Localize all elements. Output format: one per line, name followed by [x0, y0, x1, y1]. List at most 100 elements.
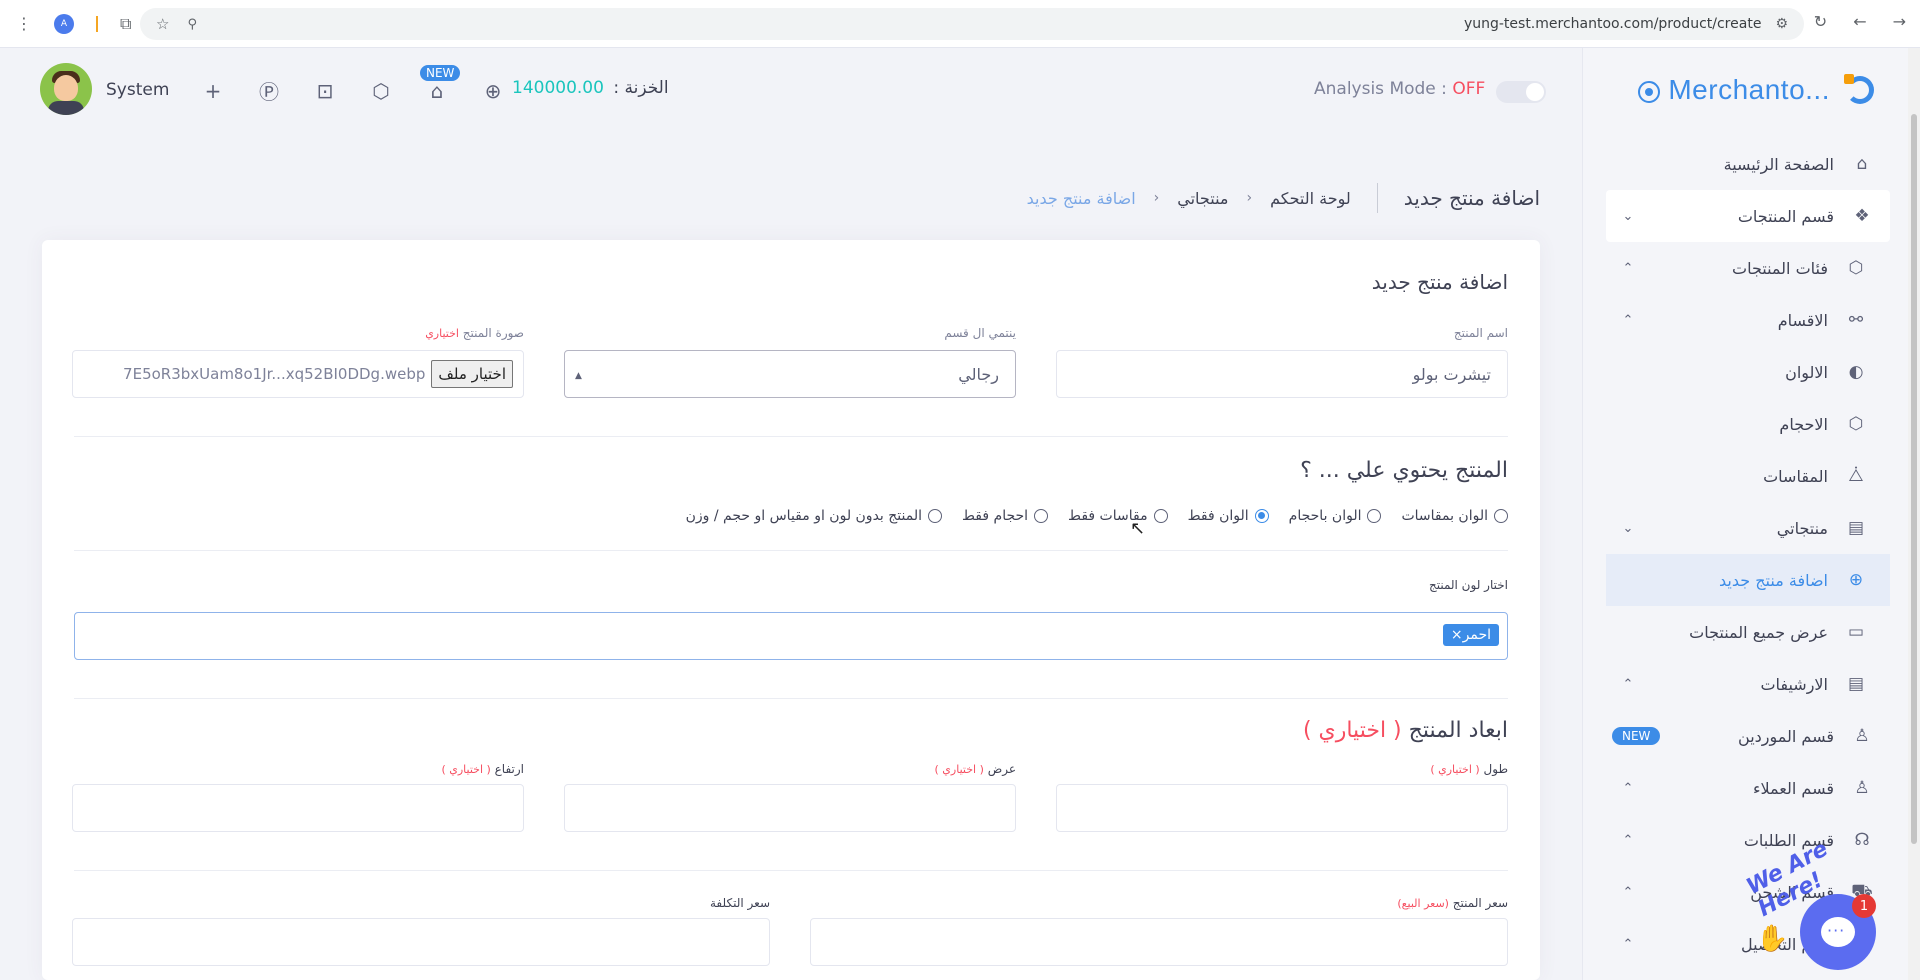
extension-icon[interactable]: A [54, 13, 74, 34]
cost-label-text: سعر التكلفة [710, 896, 770, 910]
radio-colors-with-volumes[interactable]: الوان باحجام [1289, 508, 1382, 524]
radio-circle-selected[interactable] [1254, 509, 1269, 523]
sidebar-item-my-products[interactable]: ▤ منتجاتي ⌄ [1606, 502, 1890, 554]
section-divider [74, 698, 1508, 699]
length-input[interactable] [1056, 784, 1508, 832]
treasury-value: 140000.00 [512, 78, 604, 98]
radio-colors-only[interactable]: الوان فقط [1188, 508, 1269, 524]
sidebar-toggle-icon[interactable] [1638, 81, 1660, 103]
analysis-mode: Analysis Mode : OFF [1314, 79, 1485, 99]
product-image-label-text: صورة المنتج [462, 326, 524, 340]
user-avatar[interactable] [40, 63, 92, 115]
sidebar-item-label: الاحجام [1779, 414, 1828, 434]
treasury-balance: الخزنة : 140000.00 [512, 78, 669, 98]
store-icon[interactable]: ⌂ NEW [420, 64, 461, 103]
width-input[interactable] [564, 784, 1016, 832]
radio-no-variants[interactable]: المنتج بدون لون او مقياس او حجم / وزن [686, 508, 943, 524]
site-settings-icon[interactable]: ⚙ [1775, 16, 1788, 32]
dimensions-optional-note: ( اختياري ) [1302, 718, 1402, 743]
height-label: ارتفاع ( اختياري ) [441, 762, 524, 776]
box-icon: ▭ [1847, 622, 1865, 642]
sidebar-item-label: قسم العملاء [1752, 778, 1834, 798]
sidebar-item-colors[interactable]: ◐ الالوان [1606, 346, 1890, 398]
price-input[interactable] [810, 918, 1508, 966]
page-scrollbar[interactable] [1908, 48, 1920, 980]
kebab-menu-icon[interactable]: ⋮ [16, 15, 32, 32]
sidebar-item-product-categories[interactable]: ⬡ فئات المنتجات ⌃ [1606, 242, 1890, 294]
optional-note: ( اختياري ) [934, 763, 984, 776]
sidebar-item-add-product[interactable]: ⊕ اضافة منتج جديد [1606, 554, 1890, 606]
url-text[interactable]: yung-test.merchantoo.com/product/create [1464, 16, 1761, 32]
forward-icon[interactable]: → [1893, 14, 1906, 30]
user-icon: ♙ [1854, 726, 1870, 746]
cost-input[interactable] [72, 918, 770, 966]
chevron-up-icon: ⌃ [1622, 260, 1634, 276]
analysis-label: Analysis Mode : [1314, 79, 1447, 99]
plus-circle-icon: ⊕ [1848, 570, 1864, 590]
radio-label: الوان فقط [1187, 508, 1249, 524]
sidebar-item-sizes[interactable]: ⧊ المقاسات [1606, 450, 1890, 502]
color-label-text: اختار لون المنتج [1428, 578, 1508, 592]
analysis-mode-toggle[interactable] [1496, 81, 1546, 103]
sidebar-item-customers[interactable]: ♙ قسم العملاء ⌃ [1606, 762, 1890, 814]
back-icon[interactable]: ← [1853, 14, 1866, 30]
breadcrumb-my-products[interactable]: منتجاتي [1177, 189, 1228, 208]
category-label: ينتمي ال قسم [944, 326, 1016, 340]
category-value: رجالي [958, 364, 999, 384]
plus-icon[interactable]: + [200, 79, 226, 103]
user-name[interactable]: System [106, 80, 169, 100]
top-header: System + Ⓟ ⊡ ⬡ ⌂ NEW ⊕ الخزنة : 140000.00… [0, 48, 1582, 138]
chevron-up-icon: ⌃ [1622, 936, 1634, 952]
address-bar[interactable]: ☆ ⚲ yung-test.merchantoo.com/product/cre… [140, 8, 1804, 40]
radio-volumes-only[interactable]: احجام فقط [962, 508, 1049, 524]
height-input[interactable] [72, 784, 524, 832]
package-icon[interactable]: ⬡ [368, 79, 394, 103]
product-image-file-input[interactable]: 7E5oR3bxUam8o1Jr...xq52BI0DDg.webp اختيا… [72, 350, 524, 398]
sidebar-item-all-products[interactable]: ▭ عرض جميع المنتجات [1606, 606, 1890, 658]
product-form-card: اضافة منتج جديد اسم المنتج تيشرت بولو ين… [42, 240, 1540, 980]
sidebar-item-home[interactable]: ⌂ الصفحة الرئيسية [1606, 138, 1890, 190]
chevron-down-icon: ⌄ [1622, 520, 1634, 536]
sidebar-item-departments[interactable]: ⚯ الاقسام ⌃ [1606, 294, 1890, 346]
parking-icon[interactable]: Ⓟ [256, 76, 282, 105]
extensions-puzzle-icon[interactable]: ⧉ [120, 15, 131, 32]
product-name-input[interactable]: تيشرت بولو [1056, 350, 1508, 398]
sidebar-item-label: عرض جميع المنتجات [1689, 622, 1828, 642]
product-name-label: اسم المنتج [1454, 326, 1508, 340]
file-name: 7E5oR3bxUam8o1Jr...xq52BI0DDg.webp [123, 365, 426, 383]
width-label: عرض ( اختياري ) [935, 762, 1016, 776]
scrollbar-thumb[interactable] [1911, 114, 1917, 844]
analysis-state: OFF [1452, 79, 1486, 99]
bookmark-star-icon[interactable]: ☆ [156, 15, 169, 33]
sidebar-item-volumes[interactable]: ⬡ الاحجام [1606, 398, 1890, 450]
radio-colors-with-sizes[interactable]: الوان بمقاسات [1401, 508, 1508, 524]
radio-circle[interactable] [1494, 509, 1508, 523]
zoom-icon[interactable]: ⚲ [187, 17, 197, 32]
products-section-icon: ❖ [1854, 206, 1870, 226]
color-tag[interactable]: احمر× [1442, 624, 1499, 646]
brand-name: Merchanto... [1668, 74, 1830, 105]
breadcrumb-dashboard[interactable]: لوحة التحكم [1270, 189, 1351, 208]
money-icon[interactable]: ⊡ [312, 79, 338, 103]
radio-sizes-only[interactable]: مقاسات فقط [1068, 508, 1168, 524]
cube-icon: ⬡ [1848, 258, 1864, 278]
radio-circle[interactable] [1034, 509, 1049, 523]
section-divider [74, 870, 1508, 871]
brand[interactable]: Merchanto... [1668, 74, 1876, 106]
sidebar-item-products-section[interactable]: ❖ قسم المنتجات ⌄ [1606, 190, 1890, 242]
radio-circle[interactable] [928, 509, 943, 523]
height-label-text: ارتفاع [494, 762, 524, 776]
chevron-up-icon: ⌃ [1622, 780, 1634, 796]
sidebar-item-archives[interactable]: ▤ الارشيفات ⌃ [1606, 658, 1890, 710]
sidebar-item-label: الصفحة الرئيسية [1723, 154, 1834, 174]
radio-circle[interactable] [1153, 509, 1168, 523]
globe-icon[interactable]: ⊕ [480, 79, 506, 103]
choose-file-button[interactable]: اختيار ملف [431, 360, 513, 388]
reload-icon[interactable]: ↻ [1814, 14, 1827, 30]
category-select[interactable]: رجالي ▲ [564, 350, 1016, 398]
color-tag-input[interactable]: احمر× [74, 612, 1508, 660]
sidebar-item-suppliers[interactable]: ♙ قسم الموردين NEW [1606, 710, 1890, 762]
sidebar-item-label: قسم الموردين [1738, 726, 1834, 746]
product-image-label: صورة المنتج اختياري [425, 326, 524, 340]
radio-circle[interactable] [1367, 509, 1382, 523]
